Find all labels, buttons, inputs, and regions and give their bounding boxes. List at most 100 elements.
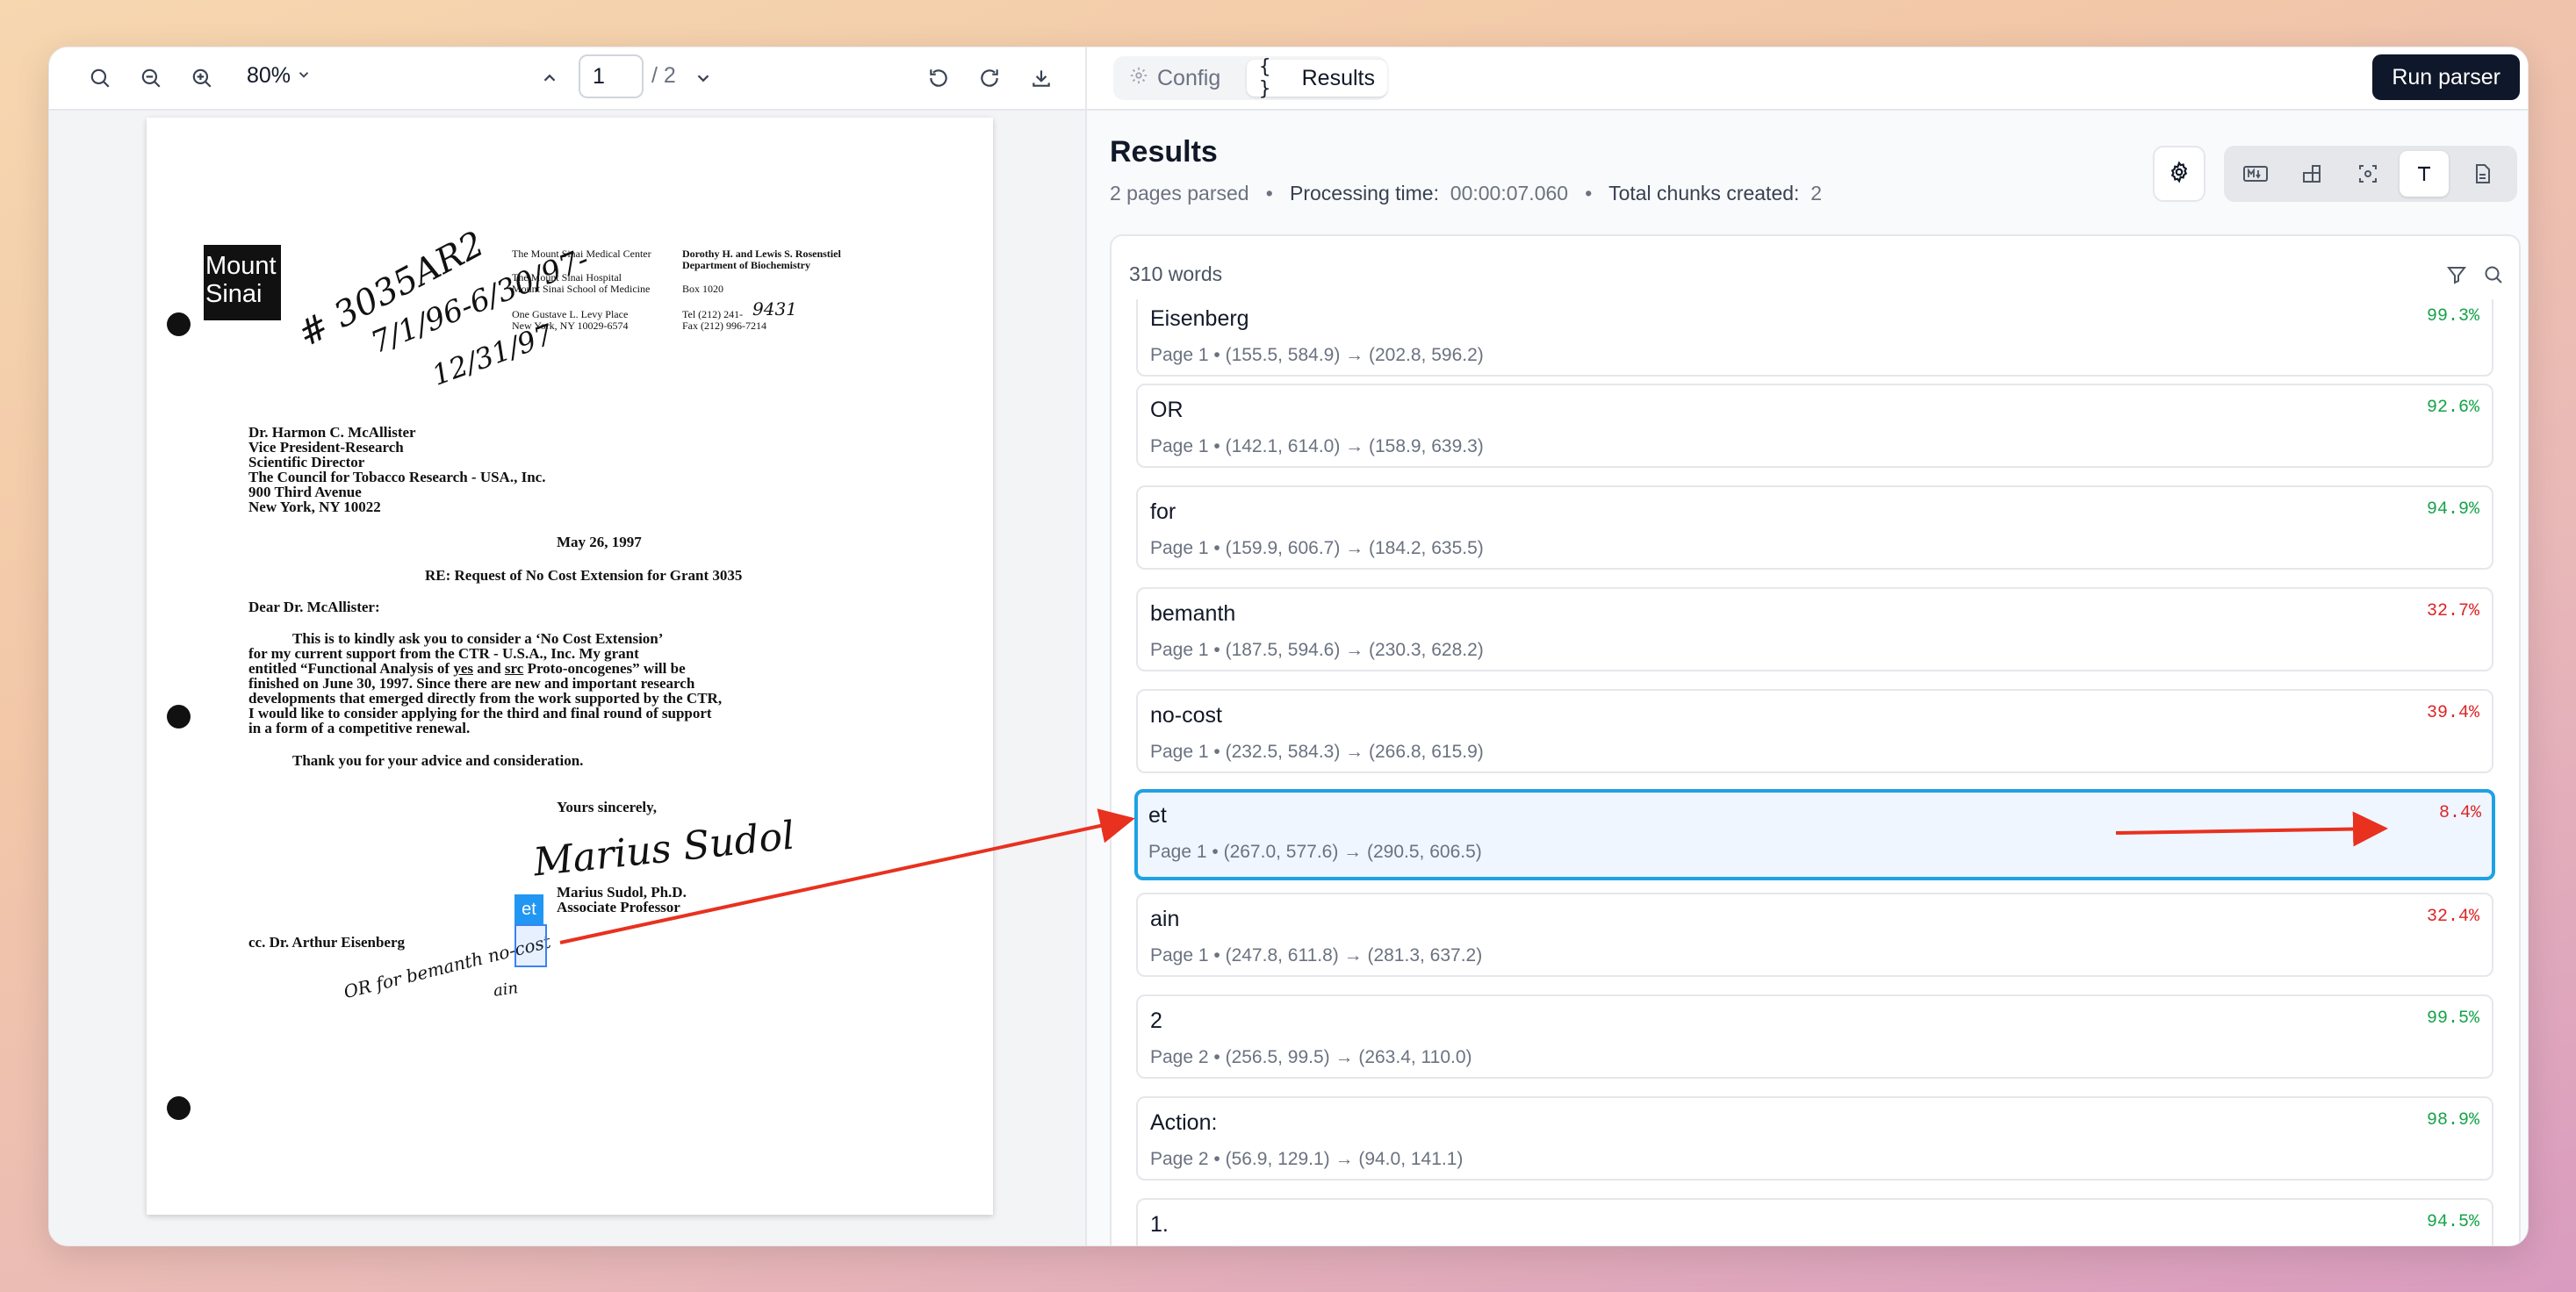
- institution-line: Mount Sinai School of Medicine: [512, 283, 651, 295]
- handwritten-extension: 9431: [752, 298, 797, 319]
- processing-value: 00:00:07.060: [1450, 182, 1569, 205]
- address-line: 900 Third Avenue: [248, 484, 362, 500]
- address-line: New York, NY 10022: [248, 499, 381, 515]
- punch-hole: [167, 312, 191, 336]
- signer-name: Marius Sudol, Ph.D.: [557, 884, 687, 901]
- tab-config-label: Config: [1157, 65, 1221, 90]
- tab-results-label: Results: [1301, 65, 1375, 90]
- page-number-input[interactable]: 1: [579, 54, 644, 98]
- zoom-out-icon[interactable]: [133, 61, 169, 96]
- letter-subject: RE: Request of No Cost Extension for Gra…: [425, 567, 743, 584]
- previous-page-icon[interactable]: [532, 61, 567, 96]
- word-location: Page 2 • (256.5, 99.5) → (263.4, 110.0): [1150, 1047, 1472, 1067]
- address-line: Dr. Harmon C. McAllister: [248, 424, 416, 441]
- word-result-item[interactable]: ain Page 1 • (247.8, 611.8) → (281.3, 637…: [1136, 893, 2493, 977]
- word-result-item-selected[interactable]: et Page 1 • (267.0, 577.6) → (290.5, 606.…: [1134, 789, 2495, 880]
- confidence-score: 99.3%: [2426, 306, 2479, 327]
- viewer-toolbar: 80% 1 / 2: [49, 47, 1085, 111]
- highlight-label: et: [514, 894, 543, 924]
- view-mode-switcher: [2224, 146, 2517, 202]
- cc-line: cc. Dr. Arthur Eisenberg: [248, 934, 406, 951]
- mode-tabs: Config { } Results: [1113, 56, 1387, 100]
- word-text: OR: [1150, 398, 1184, 422]
- word-text: et: [1148, 803, 1167, 828]
- word-location: Page 1 • (232.5, 584.3) → (266.8, 615.9): [1150, 742, 1484, 762]
- search-icon[interactable]: [83, 61, 118, 96]
- word-result-item[interactable]: OR Page 1 • (142.1, 614.0) → (158.9, 639.…: [1136, 384, 2493, 468]
- confidence-score: 32.7%: [2426, 601, 2479, 621]
- word-result-item[interactable]: Action: Page 2 • (56.9, 129.1) → (94.0, 1…: [1136, 1096, 2493, 1181]
- document-page: Mount Sinai # 3035AR2 7/1/96-6/30/97- 12…: [147, 118, 993, 1215]
- word-location: Page 1 • (159.9, 606.7) → (184.2, 635.5): [1150, 538, 1484, 558]
- confidence-score: 32.4%: [2426, 907, 2479, 927]
- body-line: in a form of a competitive renewal.: [248, 720, 471, 736]
- word-text: ain: [1150, 907, 1180, 931]
- markdown-view-icon[interactable]: [2231, 151, 2280, 197]
- punch-hole: [167, 1096, 191, 1120]
- word-result-item[interactable]: no-cost Page 1 • (232.5, 584.3) → (266.8,…: [1136, 689, 2493, 773]
- word-result-item[interactable]: 2 Page 2 • (256.5, 99.5) → (263.4, 110.0)…: [1136, 994, 2493, 1079]
- word-result-item[interactable]: bemanth Page 1 • (187.5, 594.6) → (230.3,…: [1136, 587, 2493, 671]
- word-text: Eisenberg: [1150, 306, 1249, 331]
- next-page-icon[interactable]: [686, 61, 721, 96]
- results-summary: 2 pages parsed • Processing time: 00:00:…: [1110, 182, 1822, 205]
- settings-button[interactable]: [2153, 146, 2205, 202]
- tab-results[interactable]: { } Results: [1247, 56, 1387, 100]
- confidence-score: 99.5%: [2426, 1008, 2479, 1029]
- braces-icon: { }: [1259, 56, 1271, 100]
- body-line: I would like to consider applying for th…: [248, 705, 712, 721]
- pages-parsed: 2 pages parsed: [1110, 182, 1249, 205]
- filter-icon[interactable]: [2441, 259, 2472, 291]
- word-text: no-cost: [1150, 703, 1222, 728]
- body-line: for my current support from the CTR - U.…: [248, 645, 639, 662]
- confidence-score: 98.9%: [2426, 1110, 2479, 1130]
- separator-dot: •: [1573, 182, 1604, 205]
- logo-line: Mount: [205, 252, 277, 280]
- chunks-label: Total chunks created:: [1608, 182, 1800, 205]
- document-canvas: Mount Sinai # 3035AR2 7/1/96-6/30/97- 12…: [49, 111, 1085, 1245]
- search-icon[interactable]: [2478, 259, 2509, 291]
- rotate-left-icon[interactable]: [921, 61, 956, 96]
- results-title: Results: [1110, 135, 1218, 169]
- document-view-icon[interactable]: [2457, 151, 2507, 197]
- confidence-score: 8.4%: [2438, 803, 2481, 823]
- thanks-line: Thank you for your advice and considerat…: [292, 752, 584, 769]
- run-parser-button[interactable]: Run parser: [2372, 54, 2520, 100]
- word-text: bemanth: [1150, 601, 1236, 626]
- word-result-item[interactable]: 1. 94.5%: [1136, 1198, 2493, 1245]
- scan-view-icon[interactable]: [2343, 151, 2393, 197]
- word-text: 2: [1150, 1008, 1162, 1033]
- box-line: Box 1020: [682, 283, 724, 295]
- address-line: The Council for Tobacco Research - USA.,…: [248, 469, 546, 485]
- app-window: 80% 1 / 2 Mount Sinai # 3035AR2 7/1/96-6…: [48, 47, 2529, 1246]
- letter-closing: Yours sincerely,: [557, 799, 657, 815]
- text-view-icon[interactable]: [2400, 151, 2449, 197]
- zoom-select[interactable]: 80%: [247, 63, 312, 89]
- rotate-right-icon[interactable]: [972, 61, 1007, 96]
- separator-dot: •: [1254, 182, 1284, 205]
- download-icon[interactable]: [1024, 61, 1059, 96]
- word-result-item[interactable]: Eisenberg Page 1 • (155.5, 584.9) → (202.…: [1136, 299, 2493, 377]
- word-location: Page 1 • (187.5, 594.6) → (230.3, 628.2): [1150, 640, 1484, 660]
- department-line: Department of Biochemistry: [682, 259, 810, 271]
- word-highlight-box[interactable]: [514, 924, 547, 967]
- body-line: finished on June 30, 1997. Since there a…: [248, 675, 695, 692]
- institution-line: The Mount Sinai Medical Center: [512, 248, 651, 260]
- word-location: Page 1 • (247.8, 611.8) → (281.3, 637.2): [1150, 945, 1483, 965]
- word-text: for: [1150, 499, 1176, 524]
- mount-sinai-logo: Mount Sinai: [204, 245, 281, 320]
- tab-config[interactable]: Config: [1117, 60, 1233, 97]
- confidence-score: 94.9%: [2426, 499, 2479, 520]
- punch-hole: [167, 705, 191, 729]
- word-text: 1.: [1150, 1212, 1169, 1237]
- word-location: Page 1 • (142.1, 614.0) → (158.9, 639.3): [1150, 436, 1484, 456]
- zoom-in-icon[interactable]: [184, 61, 219, 96]
- word-text: Action:: [1150, 1110, 1218, 1135]
- letter-salutation: Dear Dr. McAllister:: [248, 599, 380, 615]
- word-result-item[interactable]: for Page 1 • (159.9, 606.7) → (184.2, 635…: [1136, 485, 2493, 570]
- address-line: Scientific Director: [248, 454, 365, 470]
- gear-icon: [2168, 160, 2191, 188]
- chevron-down-icon: [296, 63, 312, 89]
- zoom-value: 80%: [247, 63, 291, 88]
- blocks-view-icon[interactable]: [2287, 151, 2336, 197]
